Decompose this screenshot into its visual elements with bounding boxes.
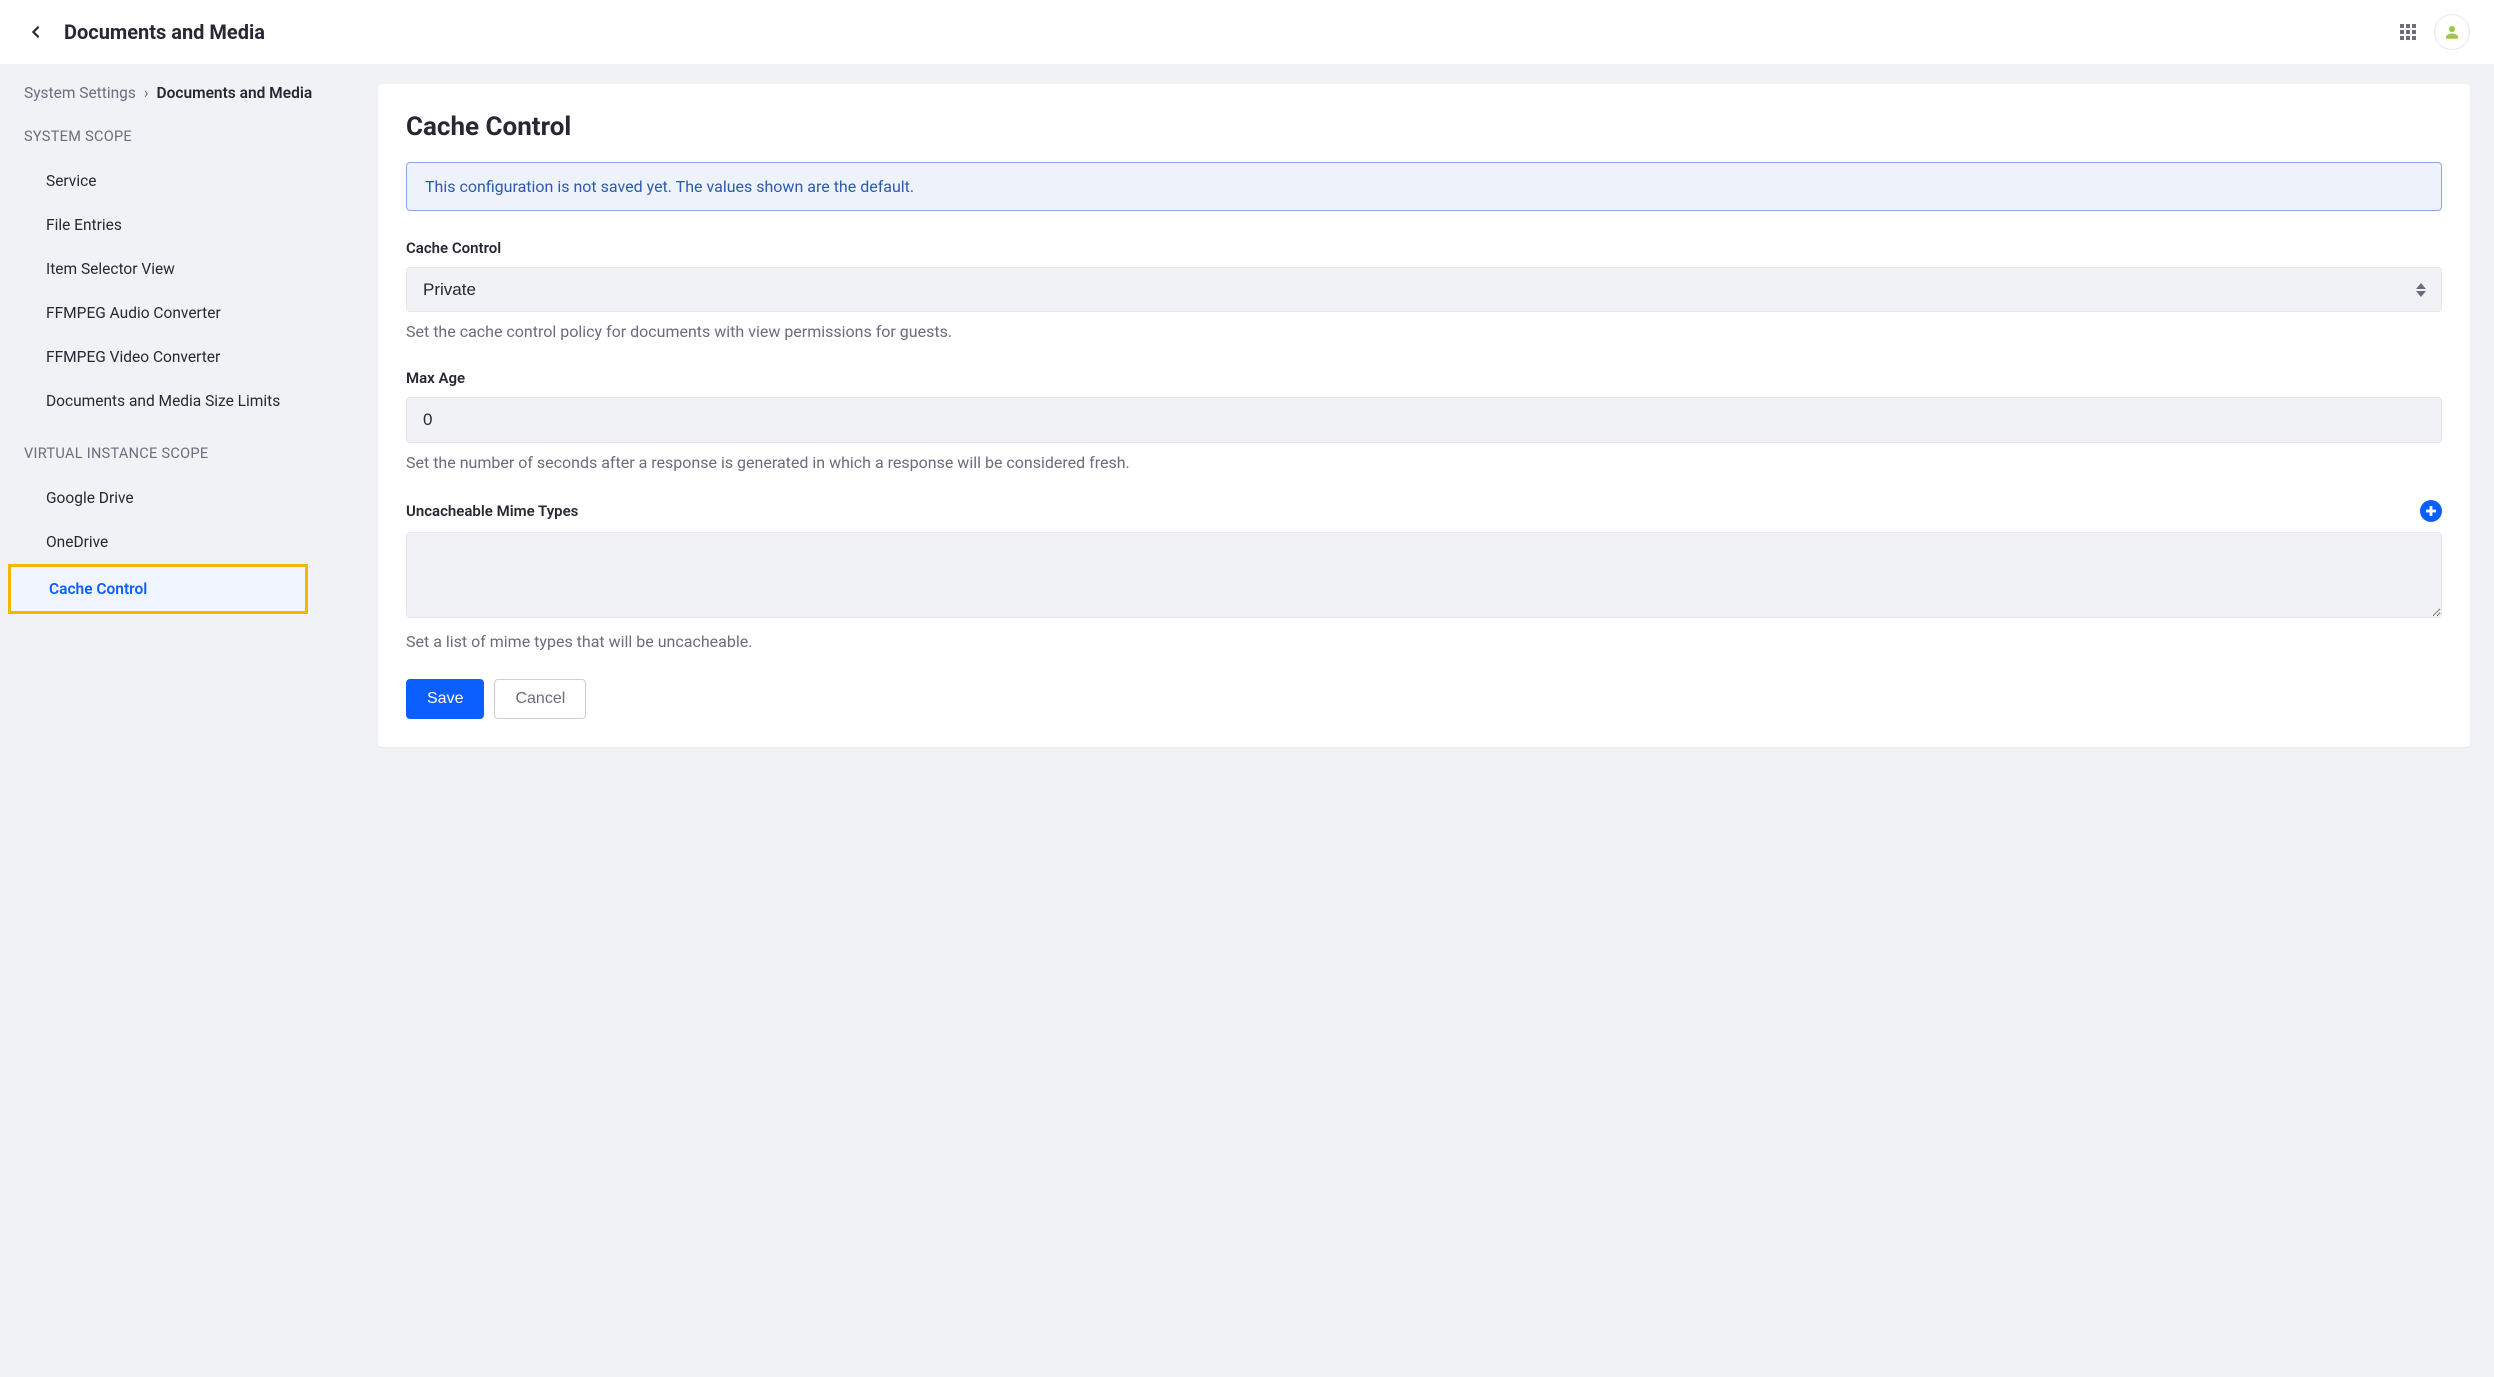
mime-types-help: Set a list of mime types that will be un… bbox=[406, 632, 2442, 651]
breadcrumb: System Settings › Documents and Media bbox=[24, 84, 378, 102]
sidebar-item-ffmpeg-audio[interactable]: FFMPEG Audio Converter bbox=[24, 291, 378, 335]
apps-grid-icon bbox=[2400, 24, 2416, 40]
avatar bbox=[2434, 14, 2470, 50]
sidebar-item-service[interactable]: Service bbox=[24, 159, 378, 203]
sidebar-item-item-selector-view[interactable]: Item Selector View bbox=[24, 247, 378, 291]
plus-icon bbox=[2425, 505, 2437, 517]
max-age-input[interactable] bbox=[406, 397, 2442, 443]
sidebar-item-cache-control[interactable]: Cache Control bbox=[8, 564, 308, 614]
breadcrumb-current: Documents and Media bbox=[157, 84, 313, 102]
mime-types-label: Uncacheable Mime Types bbox=[406, 502, 578, 520]
scope-label-system: SYSTEM SCOPE bbox=[24, 128, 378, 145]
info-alert: This configuration is not saved yet. The… bbox=[406, 162, 2442, 211]
scope-label-virtual-instance: VIRTUAL INSTANCE SCOPE bbox=[24, 445, 378, 462]
page-header-title: Documents and Media bbox=[64, 20, 265, 44]
add-mime-type-button[interactable] bbox=[2420, 500, 2442, 522]
page-title: Cache Control bbox=[406, 112, 2442, 142]
user-avatar-button[interactable] bbox=[2434, 14, 2470, 50]
max-age-help: Set the number of seconds after a respon… bbox=[406, 453, 2442, 472]
breadcrumb-parent[interactable]: System Settings bbox=[24, 84, 136, 102]
apps-menu-button[interactable] bbox=[2390, 14, 2426, 50]
cache-control-help: Set the cache control policy for documen… bbox=[406, 322, 2442, 341]
save-button[interactable]: Save bbox=[406, 679, 484, 719]
cancel-button[interactable]: Cancel bbox=[494, 679, 586, 719]
mime-types-textarea[interactable] bbox=[406, 532, 2442, 618]
sidebar-item-onedrive[interactable]: OneDrive bbox=[24, 520, 378, 564]
chevron-right-icon: › bbox=[144, 84, 149, 102]
chevron-left-icon bbox=[29, 25, 43, 39]
sidebar-item-file-entries[interactable]: File Entries bbox=[24, 203, 378, 247]
max-age-label: Max Age bbox=[406, 369, 2442, 387]
cache-control-select[interactable]: Private bbox=[406, 267, 2442, 312]
sidebar-item-google-drive[interactable]: Google Drive bbox=[24, 476, 378, 520]
cache-control-label: Cache Control bbox=[406, 239, 2442, 257]
sidebar-item-size-limits[interactable]: Documents and Media Size Limits bbox=[24, 379, 284, 423]
back-button[interactable] bbox=[24, 20, 48, 44]
sidebar-item-ffmpeg-video[interactable]: FFMPEG Video Converter bbox=[24, 335, 378, 379]
user-icon bbox=[2443, 23, 2461, 41]
